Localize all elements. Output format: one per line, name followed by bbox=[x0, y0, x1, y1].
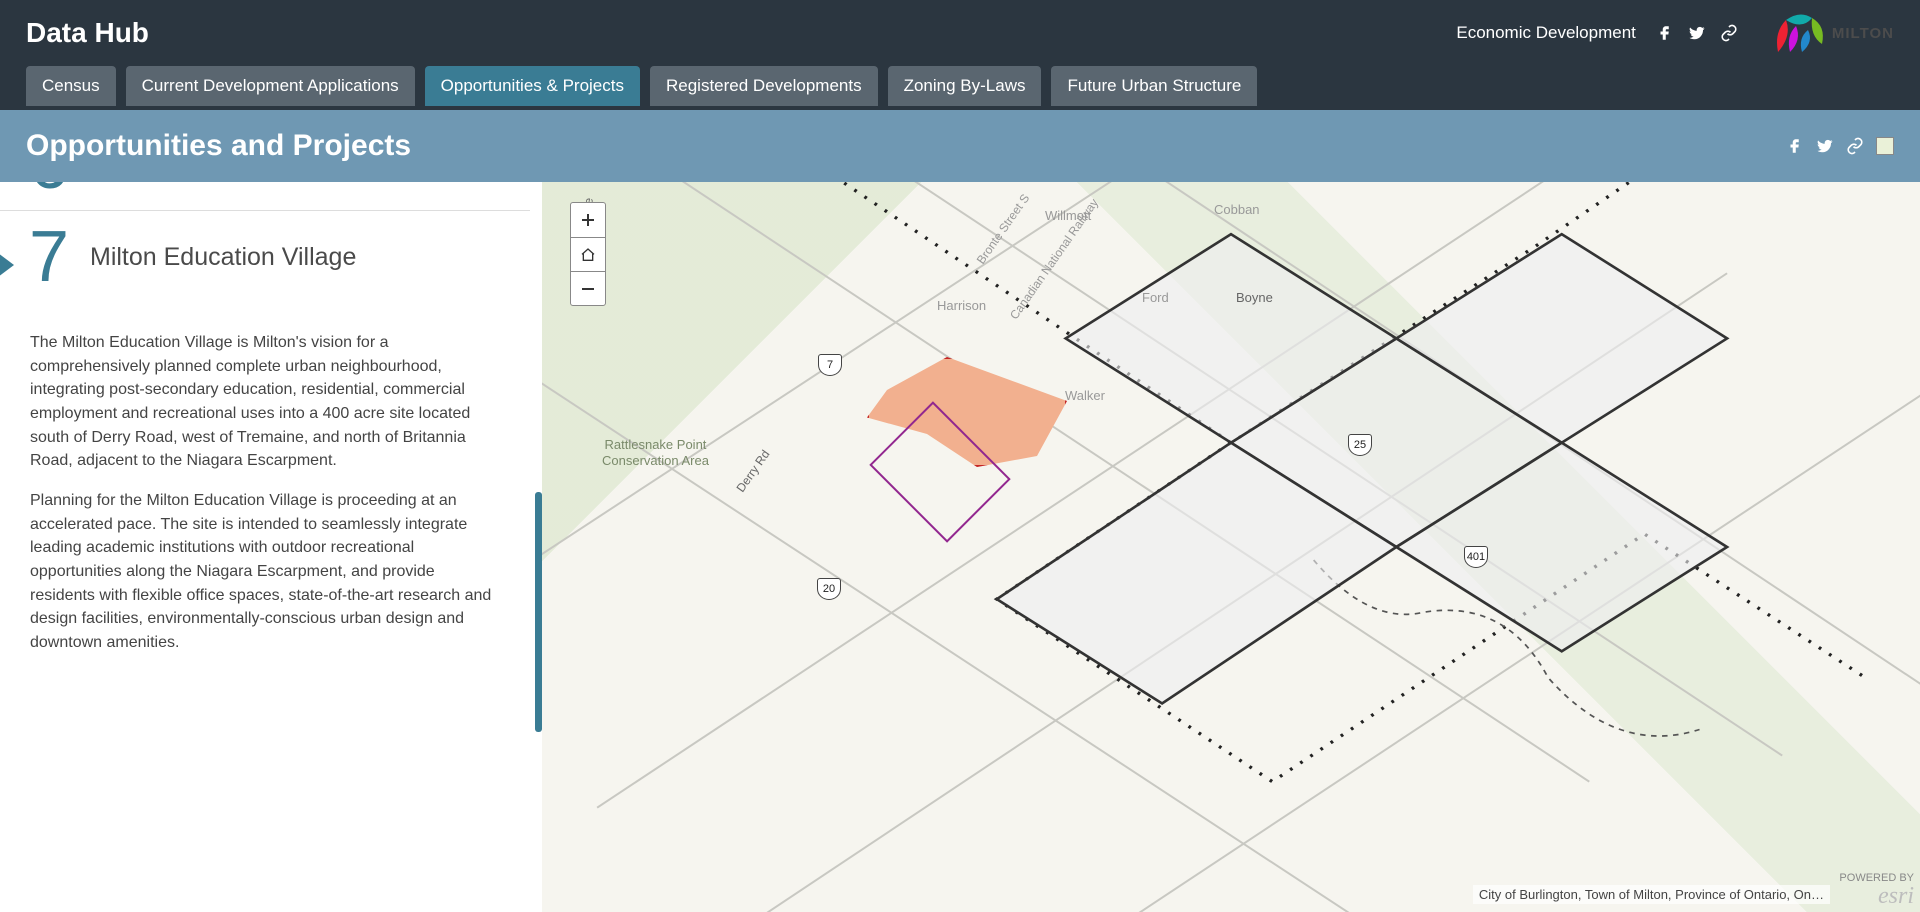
hwy-shield-25: 25 bbox=[1348, 434, 1372, 456]
page-header: Opportunities and Projects bbox=[0, 110, 1920, 182]
item-number: 7 bbox=[8, 221, 90, 293]
nav-tabs: Census Current Development Applications … bbox=[0, 66, 1920, 110]
logo-mark bbox=[1772, 12, 1828, 54]
label-boyne: Boyne bbox=[1236, 290, 1273, 305]
hwy-shield-401: 401 bbox=[1464, 546, 1488, 568]
site-title[interactable]: Data Hub bbox=[26, 17, 1456, 49]
tab-zoning-bylaws[interactable]: Zoning By-Laws bbox=[888, 66, 1042, 106]
item-body: The Milton Education Village is Milton's… bbox=[0, 319, 530, 683]
twitter-icon[interactable] bbox=[1688, 24, 1706, 42]
item-title: Milton Education Village bbox=[90, 243, 356, 272]
paragraph: Planning for the Milton Education Villag… bbox=[30, 489, 500, 655]
scrollbar-thumb[interactable] bbox=[535, 492, 542, 732]
hwy-shield-7: 7 bbox=[818, 354, 842, 376]
tab-current-dev-apps[interactable]: Current Development Applications bbox=[126, 66, 415, 106]
item-number: 6 bbox=[8, 182, 90, 200]
tab-registered-dev[interactable]: Registered Developments bbox=[650, 66, 878, 106]
map-attribution[interactable]: City of Burlington, Town of Milton, Prov… bbox=[1473, 885, 1830, 904]
sidebar-item-mev[interactable]: 7 Milton Education Village bbox=[0, 211, 530, 319]
top-links: Economic Development MILTON bbox=[1456, 12, 1894, 54]
label-ford: Ford bbox=[1142, 290, 1169, 305]
content-area: 6 Agerton Area 7 Milton Education Villag… bbox=[0, 182, 1920, 912]
tab-census[interactable]: Census bbox=[26, 66, 116, 106]
page-title: Opportunities and Projects bbox=[26, 129, 1786, 163]
brand-text: MILTON bbox=[1832, 25, 1894, 42]
tab-future-urban[interactable]: Future Urban Structure bbox=[1051, 66, 1257, 106]
label-harrison: Harrison bbox=[937, 298, 986, 313]
map[interactable]: Willmott Cobban Harrison Ford Walker Boy… bbox=[542, 182, 1920, 912]
roads-layer bbox=[542, 182, 1920, 912]
link-icon[interactable] bbox=[1846, 137, 1864, 155]
image-icon[interactable] bbox=[1876, 137, 1894, 155]
twitter-icon[interactable] bbox=[1816, 137, 1834, 155]
tab-opportunities-projects[interactable]: Opportunities & Projects bbox=[425, 66, 640, 106]
esri-logo[interactable]: POWERED BY esri bbox=[1839, 873, 1914, 908]
label-walker: Walker bbox=[1065, 388, 1105, 403]
zoom-out-button[interactable] bbox=[571, 271, 605, 305]
facebook-icon[interactable] bbox=[1656, 24, 1674, 42]
brand-logo[interactable]: MILTON bbox=[1772, 12, 1894, 54]
label-cobban: Cobban bbox=[1214, 202, 1260, 217]
sidebar[interactable]: 6 Agerton Area 7 Milton Education Villag… bbox=[0, 182, 542, 912]
mev-parcel bbox=[867, 357, 1067, 537]
paragraph: The Milton Education Village is Milton's… bbox=[30, 331, 500, 473]
sidebar-item-agerton[interactable]: 6 Agerton Area bbox=[0, 182, 530, 211]
hwy-shield-20: 20 bbox=[817, 578, 841, 600]
label-rattlesnake: Rattlesnake Point Conservation Area bbox=[602, 437, 709, 468]
page-share bbox=[1786, 137, 1894, 155]
marker-icon bbox=[0, 247, 14, 283]
facebook-icon[interactable] bbox=[1786, 137, 1804, 155]
link-icon[interactable] bbox=[1720, 24, 1738, 42]
zoom-in-button[interactable] bbox=[571, 203, 605, 237]
top-bar: Data Hub Economic Development MILTON bbox=[0, 0, 1920, 66]
home-button[interactable] bbox=[571, 237, 605, 271]
econ-dev-link[interactable]: Economic Development bbox=[1456, 23, 1636, 43]
zoom-control bbox=[570, 202, 606, 306]
